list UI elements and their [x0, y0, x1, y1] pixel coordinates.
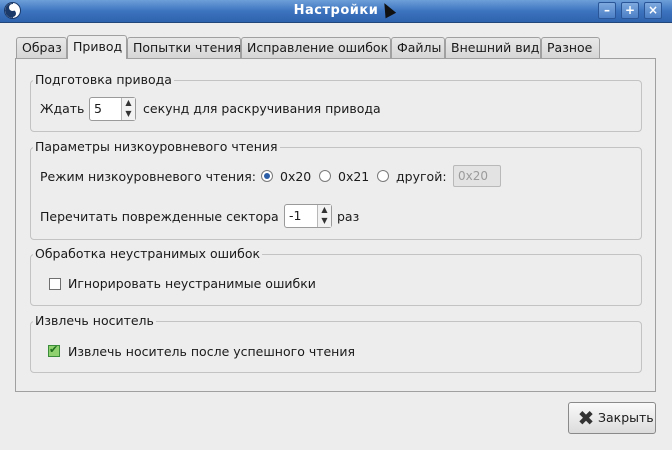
reread-count-input[interactable]: -1 ▲ ▼ [284, 204, 332, 228]
window-title: Настройки [293, 3, 379, 18]
close-button[interactable]: ✖ Закрыть [568, 402, 656, 434]
chevron-down-icon[interactable]: ▼ [318, 216, 331, 227]
tab-drive[interactable]: Привод [67, 35, 127, 59]
eject-media-label[interactable]: Извлечь носитель после успешного чтения [68, 344, 355, 359]
tab-appearance[interactable]: Внешний вид [445, 37, 541, 58]
tab-misc[interactable]: Разное [541, 37, 600, 58]
eject-media-checkbox[interactable] [48, 343, 60, 357]
tab-files[interactable]: Файлы [391, 37, 445, 58]
radio-other-label[interactable]: другой: [396, 169, 447, 184]
close-button-label: Закрыть [598, 410, 654, 425]
chevron-down-icon[interactable]: ▼ [122, 109, 135, 120]
frame-title: Параметры низкоуровневого чтения [33, 139, 280, 154]
radio-other[interactable] [377, 170, 389, 182]
close-icon: ✖ [577, 406, 595, 430]
ignore-errors-checkbox[interactable] [49, 278, 61, 290]
frame-lowlevel: Параметры низкоуровневого чтения [30, 139, 642, 240]
spin-value: 5 [94, 101, 102, 116]
spin-buttons[interactable]: ▲ ▼ [121, 98, 135, 120]
close-window-button[interactable]: × [644, 2, 662, 19]
spin-up-time-input[interactable]: 5 ▲ ▼ [89, 97, 136, 121]
other-command-field: 0x20 [453, 165, 501, 187]
title-bar[interactable]: Настройки – + × [0, 0, 672, 23]
tab-image[interactable]: Образ [16, 37, 67, 58]
radio-0x20-label[interactable]: 0x20 [280, 169, 311, 184]
reread-suffix: раз [337, 209, 360, 224]
frame-title: Подготовка привода [33, 72, 174, 87]
frame-title: Извлечь носитель [33, 313, 156, 328]
frame-title: Обработка неустранимых ошибок [33, 246, 263, 261]
maximize-button[interactable]: + [621, 2, 639, 19]
ignore-errors-label[interactable]: Игнорировать неустранимые ошибки [68, 276, 316, 291]
minimize-button[interactable]: – [598, 2, 616, 19]
wait-label: Ждать [40, 101, 85, 116]
spin-value: -1 [289, 208, 302, 223]
tab-read-attempts[interactable]: Попытки чтения [127, 37, 241, 58]
lowlevel-mode-label: Режим низкоуровневого чтения: [40, 169, 256, 184]
reread-label: Перечитать поврежденные сектора [40, 209, 279, 224]
radio-0x21-label[interactable]: 0x21 [338, 169, 369, 184]
tab-error-correction[interactable]: Исправление ошибок [241, 37, 391, 58]
spin-buttons[interactable]: ▲ ▼ [317, 205, 331, 227]
chevron-up-icon[interactable]: ▲ [122, 98, 135, 109]
wait-suffix: секунд для раскручивания привода [143, 101, 381, 116]
radio-0x21[interactable] [319, 170, 331, 182]
radio-0x20[interactable] [261, 170, 273, 182]
chevron-up-icon[interactable]: ▲ [318, 205, 331, 216]
